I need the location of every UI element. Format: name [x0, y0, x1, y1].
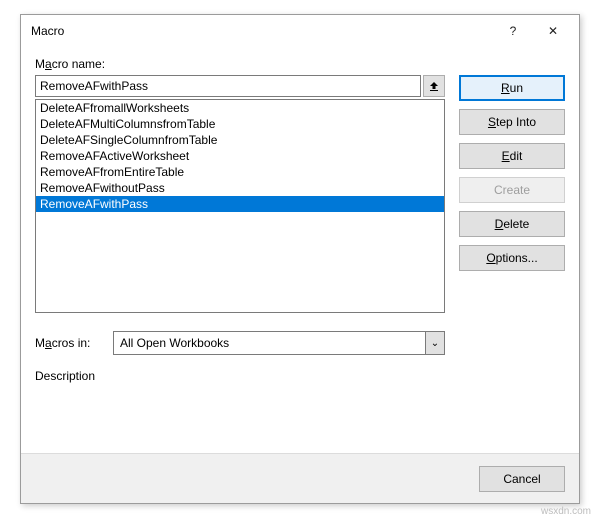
label-text: M	[35, 57, 45, 71]
btn-text: un	[510, 81, 523, 95]
list-item[interactable]: DeleteAFSingleColumnfromTable	[36, 132, 444, 148]
edit-button[interactable]: Edit	[459, 143, 565, 169]
macro-name-label: Macro name:	[35, 57, 445, 71]
run-button[interactable]: Run	[459, 75, 565, 101]
cancel-button[interactable]: Cancel	[479, 466, 565, 492]
macro-name-input[interactable]	[35, 75, 421, 97]
upload-icon	[428, 80, 440, 92]
btn-mnemonic: R	[501, 81, 510, 95]
btn-text: Cancel	[503, 472, 540, 486]
titlebar: Macro ? ✕	[21, 15, 579, 47]
label-text: cro name:	[52, 57, 105, 71]
list-item[interactable]: DeleteAFMultiColumnsfromTable	[36, 116, 444, 132]
btn-mnemonic: O	[486, 251, 495, 265]
dialog-title: Macro	[31, 24, 493, 38]
macros-in-label: Macros in:	[35, 336, 105, 350]
btn-mnemonic: S	[488, 115, 496, 129]
label-mnemonic: a	[45, 336, 52, 350]
chevron-down-icon: ⌄	[431, 338, 439, 349]
options-button[interactable]: Options...	[459, 245, 565, 271]
btn-text: C	[494, 183, 503, 197]
create-button: Create	[459, 177, 565, 203]
list-item[interactable]: RemoveAFActiveWorksheet	[36, 148, 444, 164]
description-label: Description	[35, 369, 445, 383]
help-icon: ?	[510, 24, 517, 38]
dialog-content: Macro name: DeleteAFfromallWorksheetsDel…	[21, 47, 579, 383]
btn-mnemonic: D	[495, 217, 504, 231]
step-into-button[interactable]: Step Into	[459, 109, 565, 135]
macros-in-row: Macros in: ⌄	[35, 331, 445, 355]
go-to-macro-button[interactable]	[423, 75, 445, 97]
btn-mnemonic: E	[502, 149, 510, 163]
label-text: cros in:	[52, 336, 91, 350]
macros-in-combo[interactable]: ⌄	[113, 331, 445, 355]
btn-text: elete	[503, 217, 529, 231]
list-item[interactable]: RemoveAFwithPass	[36, 196, 444, 212]
btn-text: dit	[510, 149, 523, 163]
close-icon: ✕	[548, 24, 558, 38]
button-column: Run Step Into Edit Create Delete Options…	[459, 57, 565, 383]
macros-in-dropdown-button[interactable]: ⌄	[425, 331, 445, 355]
label-text: M	[35, 336, 45, 350]
label-mnemonic: a	[45, 57, 52, 71]
help-button[interactable]: ?	[493, 17, 533, 45]
list-item[interactable]: RemoveAFwithoutPass	[36, 180, 444, 196]
list-item[interactable]: DeleteAFfromallWorksheets	[36, 100, 444, 116]
macros-in-value[interactable]	[113, 331, 425, 355]
close-button[interactable]: ✕	[533, 17, 573, 45]
dialog-footer: Cancel	[21, 453, 579, 503]
list-item[interactable]: RemoveAFfromEntireTable	[36, 164, 444, 180]
macro-name-row	[35, 75, 445, 97]
watermark: wsxdn.com	[541, 506, 591, 517]
macro-listbox[interactable]: DeleteAFfromallWorksheetsDeleteAFMultiCo…	[35, 99, 445, 313]
left-pane: Macro name: DeleteAFfromallWorksheetsDel…	[35, 57, 445, 383]
btn-text: reate	[503, 183, 530, 197]
delete-button[interactable]: Delete	[459, 211, 565, 237]
btn-text: tep Into	[496, 115, 536, 129]
btn-text: ptions...	[496, 251, 538, 265]
macro-dialog: Macro ? ✕ Macro name: DeleteAFfromallWor…	[20, 14, 580, 504]
